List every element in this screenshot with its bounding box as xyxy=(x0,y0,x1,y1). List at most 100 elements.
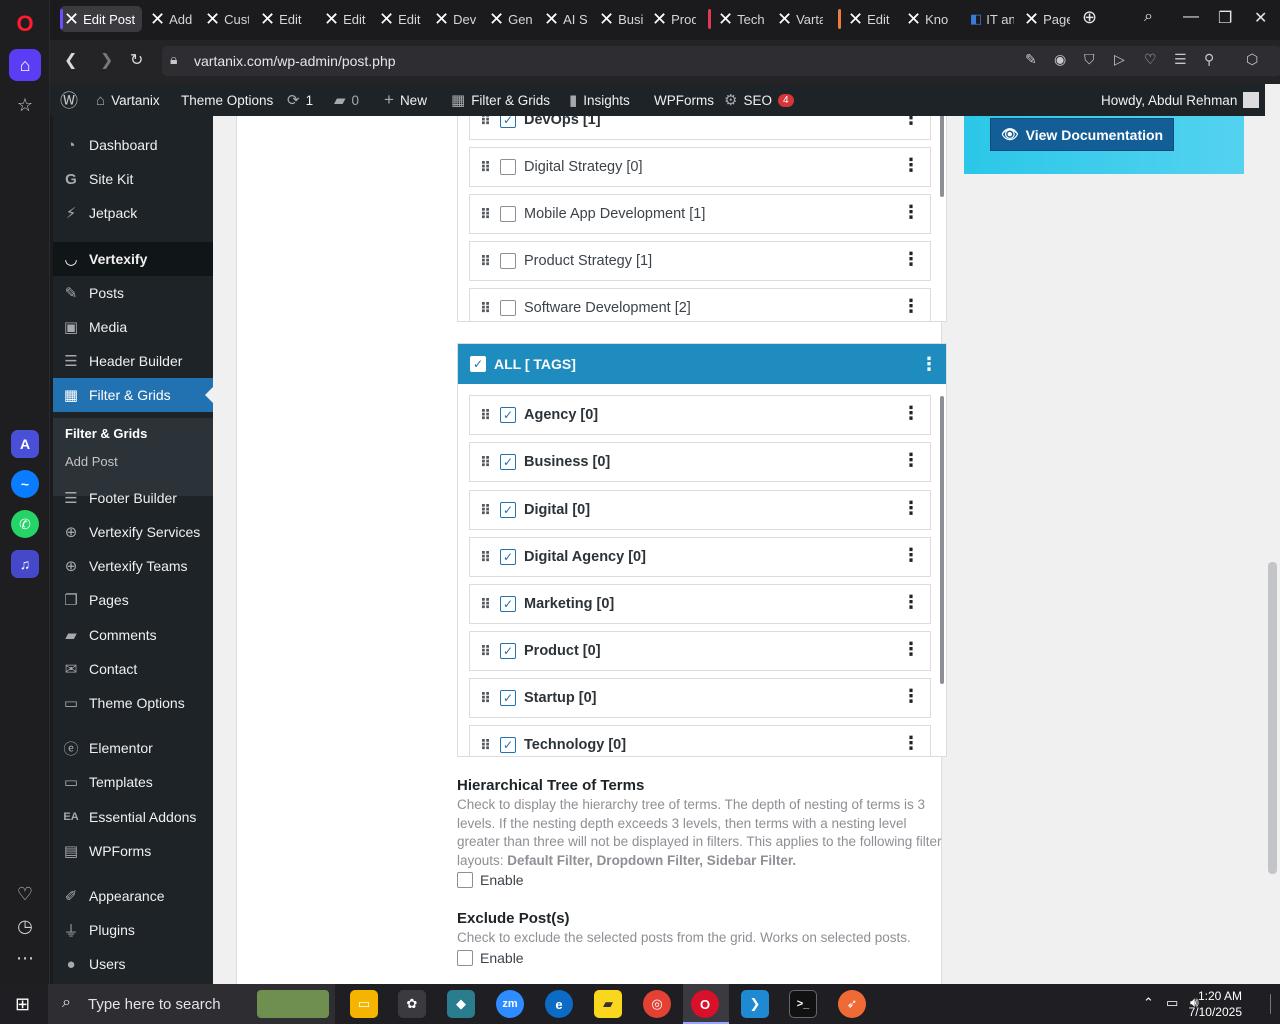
kebab-menu-icon[interactable]: ⋮ xyxy=(902,156,920,174)
scrollbar[interactable] xyxy=(940,396,944,684)
profile-icon[interactable]: ⚲ xyxy=(1204,51,1214,68)
kebab-menu-icon[interactable]: ⋮ xyxy=(902,203,920,221)
term-checkbox[interactable]: ✓ xyxy=(500,643,516,659)
menu-templates[interactable]: ▭ Templates xyxy=(53,765,213,799)
seo-link[interactable]: ⚙ SEO 4 xyxy=(724,84,794,116)
kebab-menu-icon[interactable]: ⋮ xyxy=(902,250,920,268)
taskbar-search[interactable]: ⌕ Type here to search xyxy=(48,984,335,1024)
term-checkbox[interactable] xyxy=(500,159,516,175)
tab[interactable]: ✕ Kno xyxy=(902,6,956,32)
kebab-menu-icon[interactable]: ⋮ xyxy=(902,404,920,422)
star-icon[interactable]: ☆ xyxy=(9,89,41,121)
menu-vertexify[interactable]: ◡ Vertexify xyxy=(53,242,213,276)
tab-edit-post[interactable]: ✕ Edit Post xyxy=(60,6,142,32)
term-checkbox[interactable]: ✓ xyxy=(500,596,516,612)
shield-icon[interactable]: ⛉ xyxy=(1084,51,1095,68)
comments-link[interactable]: ▰ 0 xyxy=(334,84,359,116)
home-icon[interactable]: ⌂ xyxy=(9,49,41,81)
page-scrollbar[interactable] xyxy=(1265,84,1280,984)
kebab-menu-icon[interactable]: ⋮ xyxy=(902,499,920,517)
tab[interactable]: ✕AI Sc xyxy=(540,6,592,32)
hierarchical-enable-checkbox[interactable] xyxy=(457,872,473,888)
paint-icon[interactable]: ✿ xyxy=(398,990,426,1018)
drag-handle-icon[interactable]: ⠿ xyxy=(470,300,500,317)
menu-dashboard[interactable]: ◔ Dashboard xyxy=(53,128,213,162)
menu-filter-grids[interactable]: ▦ Filter & Grids xyxy=(53,378,213,412)
edit-icon[interactable]: ✎ xyxy=(1025,51,1037,68)
camera-icon[interactable]: ◉ xyxy=(1054,51,1066,68)
filter-grids-link[interactable]: ▦ Filter & Grids xyxy=(451,84,550,116)
send-icon[interactable]: ▷ xyxy=(1114,51,1125,68)
tab[interactable]: ✕ Edit xyxy=(320,6,372,32)
tray-chevron-icon[interactable]: ⌃ xyxy=(1143,995,1154,1011)
menu-icon[interactable]: ☰ xyxy=(1174,51,1187,68)
opera-logo-icon[interactable]: O xyxy=(9,8,41,40)
drag-handle-icon[interactable]: ⠿ xyxy=(470,502,500,519)
my-account-link[interactable]: Howdy, Abdul Rehman xyxy=(1101,84,1260,116)
theme-options-link[interactable]: Theme Options xyxy=(181,84,273,116)
more-icon[interactable]: ⋯ xyxy=(9,942,41,974)
menu-contact[interactable]: ✉ Contact xyxy=(53,652,213,686)
file-explorer-icon[interactable]: ▭ xyxy=(350,990,378,1018)
view-documentation-button[interactable]: 👁︎ View Documentation xyxy=(990,118,1174,151)
menu-wpforms[interactable]: ▤ WPForms xyxy=(53,834,213,868)
forward-icon[interactable]: ❯ xyxy=(100,50,113,70)
tab[interactable]: ✕ Edit xyxy=(838,6,898,32)
whatsapp-icon[interactable]: ✆ xyxy=(11,510,39,538)
menu-header-builder[interactable]: ☰ Header Builder xyxy=(53,344,213,378)
tab[interactable]: ✕ Varta xyxy=(773,6,827,32)
drag-handle-icon[interactable]: ⠿ xyxy=(470,549,500,566)
site-name-link[interactable]: ⌂ Vartanix xyxy=(96,84,160,116)
scrollbar[interactable] xyxy=(940,116,944,197)
drag-handle-icon[interactable]: ⠿ xyxy=(470,737,500,754)
kebab-menu-icon[interactable]: ⋮ xyxy=(902,116,920,127)
exclude-enable[interactable]: Enable xyxy=(457,950,524,966)
updates-link[interactable]: ⟳ 1 xyxy=(287,84,313,116)
drag-handle-icon[interactable]: ⠿ xyxy=(470,407,500,424)
menu-users[interactable]: ● Users xyxy=(53,947,213,981)
reload-icon[interactable]: ↻ xyxy=(130,50,143,70)
taskbar-clock[interactable]: 1:20 AM 7/10/2025 xyxy=(1189,988,1242,1020)
tab[interactable]: ✕ Busi xyxy=(595,6,647,32)
show-desktop-button[interactable] xyxy=(1270,994,1274,1014)
kebab-menu-icon[interactable]: ⋮ xyxy=(902,593,920,611)
menu-comments[interactable]: ▰ Comments xyxy=(53,618,213,652)
menu-vertexify-services[interactable]: ⊕ Vertexify Services xyxy=(53,515,213,549)
heart-icon[interactable]: ♡ xyxy=(1144,51,1157,68)
term-checkbox[interactable]: ✓ xyxy=(500,549,516,565)
tab[interactable]: ✕ Cust xyxy=(201,6,253,32)
kebab-menu-icon[interactable]: ⋮ xyxy=(902,297,920,315)
music-icon[interactable]: ♫ xyxy=(11,550,39,578)
term-checkbox[interactable] xyxy=(500,300,516,316)
kebab-menu-icon[interactable]: ⋮ xyxy=(920,355,938,373)
new-tab-icon[interactable]: ⊕ xyxy=(1082,7,1097,28)
drag-handle-icon[interactable]: ⠿ xyxy=(470,643,500,660)
url-text[interactable]: vartanix.com/wp-admin/post.php xyxy=(194,53,396,69)
terminal-icon[interactable]: >_ xyxy=(789,990,817,1018)
menu-pages[interactable]: ❐ Pages xyxy=(53,583,213,617)
submenu-add-post[interactable]: Add Post xyxy=(65,454,118,469)
submenu-filter-grids[interactable]: Filter & Grids xyxy=(65,426,147,441)
sticky-notes-icon[interactable]: ▰ xyxy=(594,990,622,1018)
vscode-icon[interactable]: ❯ xyxy=(741,990,769,1018)
term-checkbox[interactable]: ✓ xyxy=(500,690,516,706)
tab[interactable]: ✕ Dev xyxy=(430,6,482,32)
insights-link[interactable]: ▮ Insights xyxy=(569,84,630,116)
tab[interactable]: ✕ Add xyxy=(146,6,198,32)
zoom-icon[interactable]: zm xyxy=(496,990,524,1018)
drag-handle-icon[interactable]: ⠿ xyxy=(470,116,500,129)
tab[interactable]: ✕ Tech xyxy=(708,6,770,32)
kebab-menu-icon[interactable]: ⋮ xyxy=(902,546,920,564)
menu-appearance[interactable]: ✐ Appearance xyxy=(53,879,213,913)
network-icon[interactable]: ▭ xyxy=(1166,995,1178,1011)
wpforms-link[interactable]: WPForms xyxy=(654,84,714,116)
messenger-icon[interactable]: ~ xyxy=(11,470,39,498)
tab[interactable]: ✕ Page xyxy=(1020,6,1074,32)
page-scrollbar-thumb[interactable] xyxy=(1268,562,1277,874)
term-checkbox[interactable] xyxy=(500,206,516,222)
kebab-menu-icon[interactable]: ⋮ xyxy=(902,451,920,469)
chrome-icon[interactable]: ◎ xyxy=(643,990,671,1018)
aria-icon[interactable]: A xyxy=(11,430,39,458)
kebab-menu-icon[interactable]: ⋮ xyxy=(902,687,920,705)
drag-handle-icon[interactable]: ⠿ xyxy=(470,454,500,471)
